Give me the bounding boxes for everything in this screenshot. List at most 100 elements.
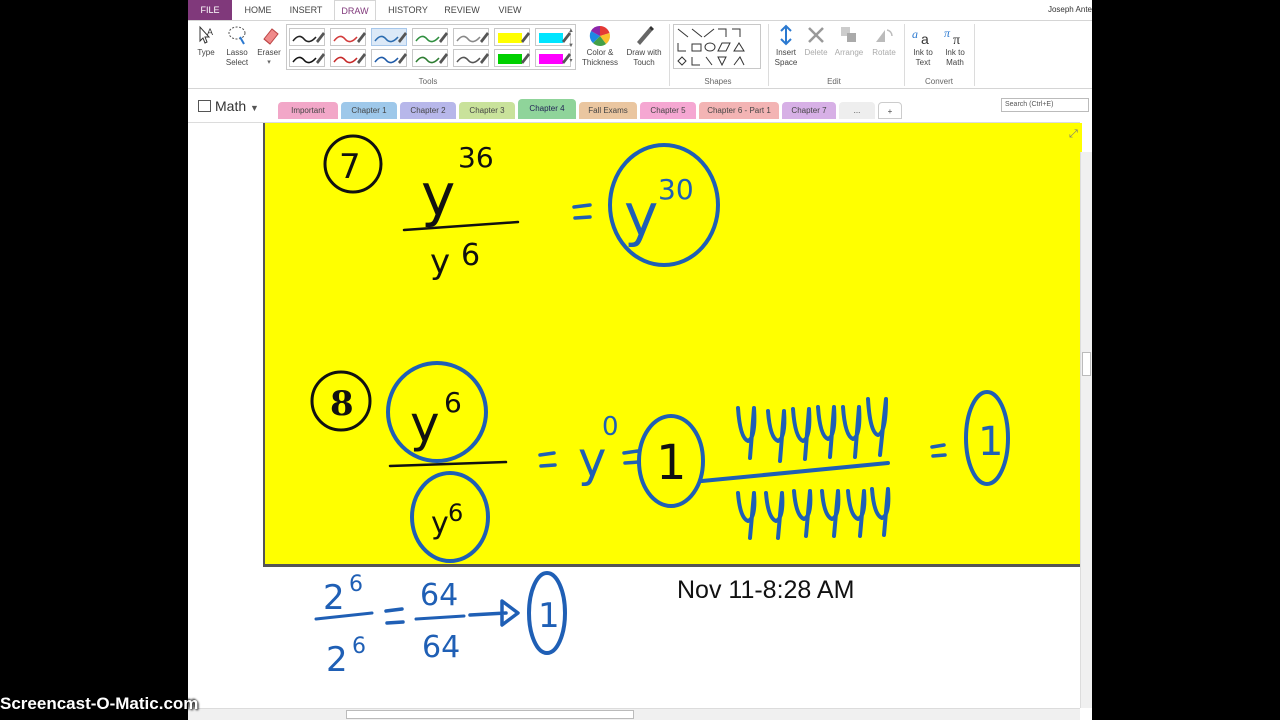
arrange-button[interactable]: Arrange <box>832 23 866 58</box>
tab-file[interactable]: FILE <box>188 0 232 20</box>
section-tab[interactable]: + <box>878 102 902 119</box>
section-tab[interactable]: Chapter 3 <box>459 102 515 119</box>
pen-swatch[interactable] <box>453 49 489 67</box>
equals-sign <box>538 451 557 468</box>
search-input[interactable]: Search (Ctrl+E) <box>1001 98 1089 112</box>
problem-8-one: 1 <box>656 435 687 491</box>
tools-group-label: Tools <box>418 77 438 86</box>
side-note-result: 1 <box>538 596 560 636</box>
problem-8-fraction-bar <box>388 460 508 468</box>
vertical-scrollbar[interactable] <box>1080 152 1092 708</box>
problem-8-number: 8 <box>330 384 354 424</box>
arrow <box>468 599 520 627</box>
problem-8-numerator: y <box>410 395 440 453</box>
draw-touch-label: Draw with Touch <box>626 48 662 67</box>
section-tab[interactable]: Chapter 6 - Part 1 <box>699 102 779 119</box>
svg-text:a: a <box>912 27 918 41</box>
side-note-numerator-exponent: 6 <box>349 572 363 597</box>
section-tab[interactable]: Chapter 2 <box>400 102 456 119</box>
page-canvas[interactable]: 7 y 36 y 6 y 30 8 y 6 y 6 y 0 1 1 2 6 2 … <box>188 122 1082 710</box>
lasso-label: Lasso Select <box>225 48 249 67</box>
section-tab[interactable]: ... <box>839 102 875 119</box>
delete-x-icon <box>808 27 824 43</box>
svg-text:π: π <box>944 26 951 40</box>
vertical-scroll-thumb[interactable] <box>1082 352 1091 376</box>
pen-icon <box>374 53 407 64</box>
ink-to-math-button[interactable]: ππ Ink to Math <box>940 23 970 68</box>
pen-swatch[interactable] <box>412 49 448 67</box>
problem-7-answer-exponent: 30 <box>658 173 694 206</box>
ink-layer: 7 y 36 y 6 y 30 8 y 6 y 6 y 0 1 1 2 6 2 … <box>310 134 1010 680</box>
shapes-group-label: Shapes <box>704 77 732 86</box>
pen-swatch[interactable] <box>330 49 366 67</box>
pen-swatch[interactable] <box>453 28 489 46</box>
equals-sign <box>572 203 592 220</box>
pen-swatch[interactable] <box>289 49 325 67</box>
color-wheel-icon <box>589 25 610 46</box>
pen-icon <box>456 32 489 43</box>
notebook-bar: Math ▼ Important Chapter 1 Chapter 2 Chapte… <box>188 89 1092 122</box>
notebook-selector[interactable]: Math ▼ <box>198 98 259 114</box>
pen-gallery-scroll[interactable]: ▲ ▼ ▾ <box>566 24 576 70</box>
screencast-watermark: Screencast-O-Matic.com <box>0 694 199 713</box>
section-tab[interactable]: Chapter 4 <box>518 99 576 119</box>
svg-text:π: π <box>953 33 960 46</box>
eraser-button[interactable]: Eraser ▾ <box>254 23 284 68</box>
shapes-icon <box>677 28 745 67</box>
ink-to-math-label: Ink to Math <box>945 48 965 67</box>
tab-history[interactable]: HISTORY <box>384 0 432 20</box>
tab-view[interactable]: VIEW <box>490 0 530 20</box>
edit-group-label: Edit <box>827 77 841 86</box>
delete-button[interactable]: Delete <box>802 23 830 58</box>
draw-ribbon: A Type Lasso Select Eraser ▾ ▲ ▼ ▾ Color &… <box>188 20 1092 89</box>
notebook-icon <box>198 100 211 112</box>
tab-review[interactable]: REVIEW <box>440 0 484 20</box>
expand-icon[interactable]: ⤢ <box>1069 128 1078 141</box>
rotate-button[interactable]: Rotate <box>868 23 900 58</box>
section-tab[interactable]: Chapter 5 <box>640 102 696 119</box>
section-tab[interactable]: Fall Exams <box>579 102 637 119</box>
pen-swatch[interactable] <box>412 28 448 46</box>
section-tab[interactable]: Chapter 7 <box>782 102 836 119</box>
tab-insert[interactable]: INSERT <box>284 0 328 20</box>
pen-swatch[interactable] <box>330 28 366 46</box>
section-tab[interactable]: Important <box>278 102 338 119</box>
user-name[interactable]: Joseph Ante <box>1048 0 1092 20</box>
tab-home[interactable]: HOME <box>236 0 280 20</box>
pen-swatch[interactable] <box>494 49 530 67</box>
ribbon-tab-bar: FILE HOME INSERT DRAW HISTORY REVIEW VIE… <box>188 0 1092 21</box>
problem-8-denominator-exponent: 6 <box>448 499 463 527</box>
problem-7-denominator: y <box>430 242 450 282</box>
pen-swatch[interactable] <box>371 49 407 67</box>
color-thickness-button[interactable]: Color & Thickness <box>580 23 620 68</box>
delete-label: Delete <box>804 48 828 57</box>
arrange-label: Arrange <box>834 48 864 57</box>
equals-sign <box>930 443 947 458</box>
chevron-down-icon: ▼ <box>250 103 259 113</box>
shapes-gallery[interactable] <box>673 24 761 69</box>
side-note-value-bar <box>414 614 466 621</box>
horizontal-scroll-thumb[interactable] <box>346 710 634 719</box>
pen-swatch[interactable] <box>289 28 325 46</box>
lasso-select-button[interactable]: Lasso Select <box>222 23 252 68</box>
draw-with-touch-button[interactable]: Draw with Touch <box>622 23 666 68</box>
tab-draw[interactable]: DRAW <box>334 0 376 21</box>
side-note-value-top: 64 <box>420 578 458 613</box>
separator <box>974 24 975 86</box>
pen-icon <box>333 53 366 64</box>
insert-space-button[interactable]: Insert Space <box>772 23 800 68</box>
ink-to-text-button[interactable]: aa Ink to Text <box>908 23 938 68</box>
type-cursor-icon: A <box>199 25 213 44</box>
side-note-denominator-exponent: 6 <box>352 634 366 659</box>
page-timestamp: Nov 11-8:28 AM <box>677 576 855 604</box>
ink-to-math-icon: ππ <box>944 26 960 46</box>
section-tab[interactable]: Chapter 1 <box>341 102 397 119</box>
onenote-window: FILE HOME INSERT DRAW HISTORY REVIEW VIE… <box>188 0 1092 720</box>
type-button[interactable]: A Type <box>192 23 220 58</box>
touch-pen-icon <box>637 26 654 45</box>
equals-sign <box>622 449 641 465</box>
pen-icon <box>415 32 448 43</box>
pen-swatch[interactable] <box>494 28 530 46</box>
pen-swatch[interactable] <box>371 28 407 46</box>
horizontal-scrollbar[interactable] <box>188 708 1080 720</box>
